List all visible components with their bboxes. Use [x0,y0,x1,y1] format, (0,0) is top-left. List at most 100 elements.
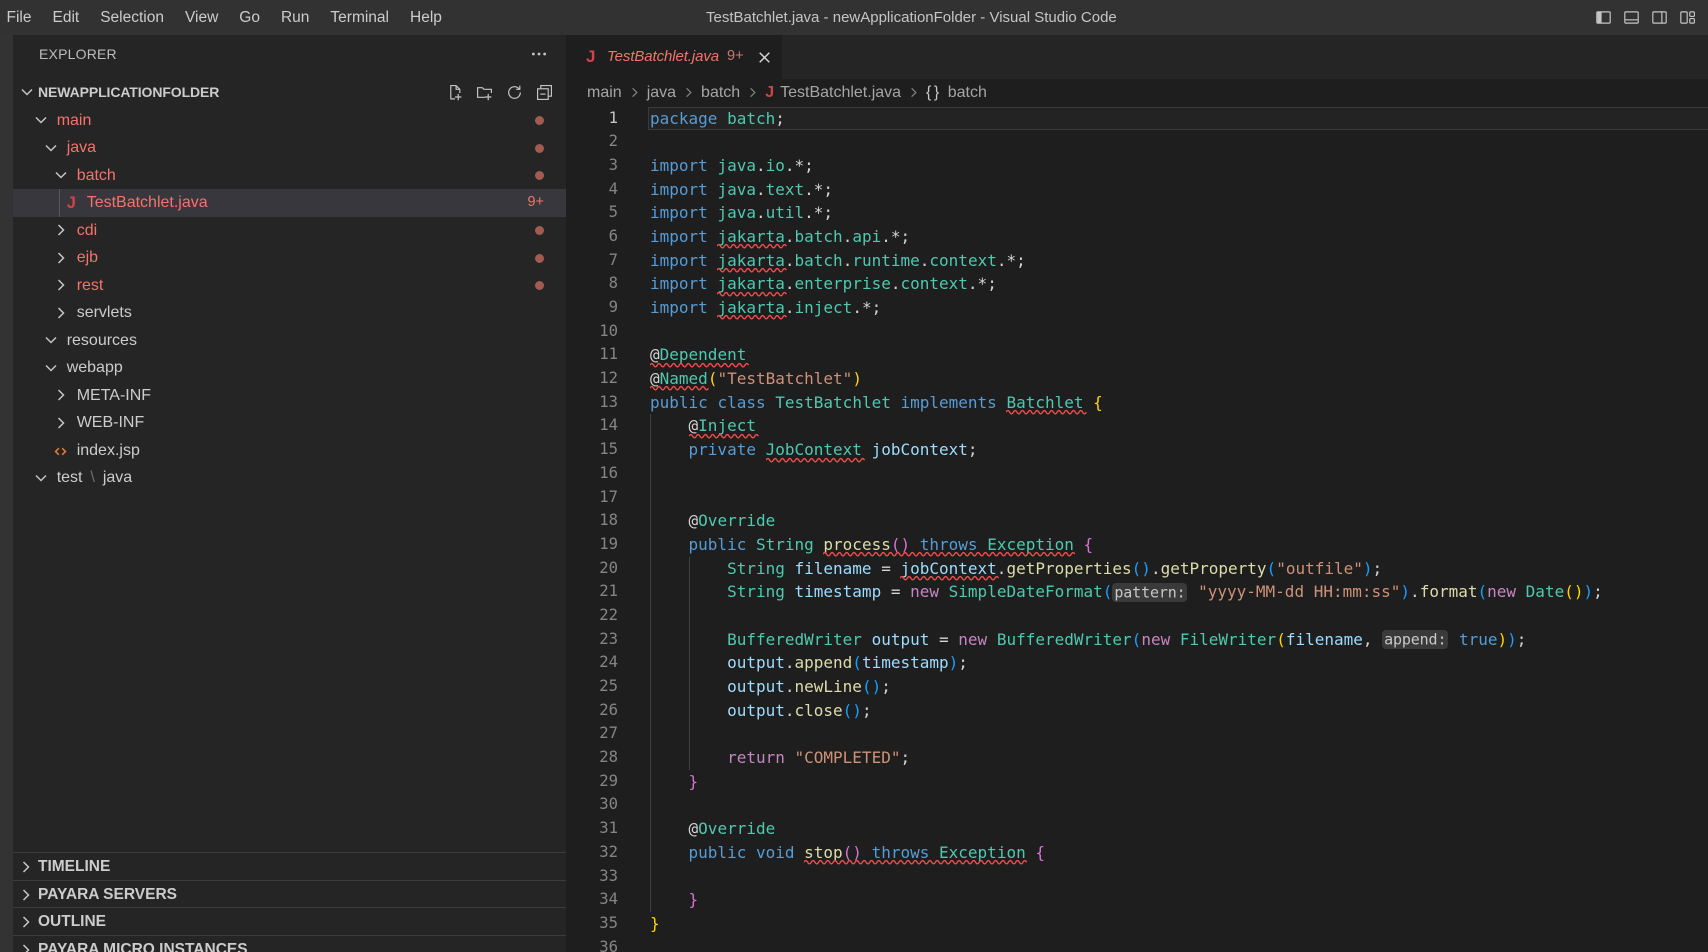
code-token: . [785,274,795,293]
tree-item-main[interactable]: main [13,107,566,135]
new-file-icon[interactable] [445,83,463,101]
code-token: getProperties [1006,559,1131,578]
code-line-4[interactable]: 4import java.text.*; [566,178,1708,202]
code-line-13[interactable]: 13public class TestBatchlet implements B… [566,391,1708,415]
code-token: . [785,677,795,696]
tab-testbatchlet[interactable]: J TestBatchlet.java 9+ [566,35,782,79]
code-line-32[interactable]: 32 public void stop() throws Exception { [566,841,1708,865]
menu-terminal[interactable]: Terminal [320,0,400,35]
menu-edit[interactable]: Edit [42,0,90,35]
code-line-31[interactable]: 31 @Override [566,817,1708,841]
new-folder-icon[interactable] [475,83,493,101]
folder-section-header[interactable]: NEWAPPLICATIONFOLDER [13,78,566,107]
more-actions-icon[interactable] [530,45,548,63]
code-token: jobContext [872,440,968,459]
code-token: implements [900,393,996,412]
code-line-10[interactable]: 10 [566,320,1708,344]
code-token: . [756,203,766,222]
tree-item-cdi[interactable]: cdi [13,217,566,245]
layout-sidebar-right-icon[interactable] [1650,9,1668,27]
code-line-1[interactable]: 1package batch; [566,107,1708,131]
code-token [650,440,689,459]
code-token: ; [900,748,910,767]
section-payara-micro-instances[interactable]: PAYARA MICRO INSTANCES [13,935,566,952]
code-line-23[interactable]: 23 BufferedWriter output = new BufferedW… [566,628,1708,652]
code-line-14[interactable]: 14 @Inject [566,414,1708,438]
code-line-29[interactable]: 29 } [566,770,1708,794]
menu-go[interactable]: Go [229,0,271,35]
code-area[interactable]: 1package batch;23import java.io.*;4impor… [566,107,1708,952]
code-token: package [650,109,717,128]
tree-item-label: WEB-INF [77,409,145,437]
tree-item-rest[interactable]: rest [13,272,566,300]
code-line-36[interactable]: 36 [566,936,1708,952]
indent-guide [650,486,651,510]
code-line-18[interactable]: 18 @Override [566,509,1708,533]
code-line-26[interactable]: 26 output.close(); [566,699,1708,723]
menu-view[interactable]: View [174,0,228,35]
line-number: 11 [566,343,618,367]
section-outline[interactable]: OUTLINE [13,907,566,935]
code-line-16[interactable]: 16 [566,462,1708,486]
menu-run[interactable]: Run [270,0,319,35]
code-line-24[interactable]: 24 output.append(timestamp); [566,651,1708,675]
code-line-2[interactable]: 2 [566,130,1708,154]
code-line-7[interactable]: 7import jakarta.batch.runtime.context.*; [566,249,1708,273]
breadcrumb-java[interactable]: java [647,84,676,102]
breadcrumb-batch[interactable]: batch [701,84,740,102]
code-line-17[interactable]: 17 [566,486,1708,510]
code-line-11[interactable]: 11@Dependent [566,343,1708,367]
code-line-20[interactable]: 20 String filename = jobContext.getPrope… [566,557,1708,581]
code-line-34[interactable]: 34 } [566,888,1708,912]
tree-item-test-java[interactable]: test \ java [13,464,566,492]
code-line-33[interactable]: 33 [566,865,1708,889]
code-line-5[interactable]: 5import java.util.*; [566,201,1708,225]
tree-item-web-inf[interactable]: WEB-INF [13,409,566,437]
code-line-19[interactable]: 19 public String process() throws Except… [566,533,1708,557]
tree-item-batch[interactable]: batch [13,162,566,190]
section-payara-servers[interactable]: PAYARA SERVERS [13,880,566,908]
code-line-22[interactable]: 22 [566,604,1708,628]
code-line-15[interactable]: 15 private JobContext jobContext; [566,438,1708,462]
line-number: 17 [566,486,618,510]
code-token [650,535,689,554]
close-icon[interactable] [756,49,773,66]
code-token [862,440,872,459]
section-timeline[interactable]: TIMELINE [13,852,566,880]
line-number: 27 [566,722,618,746]
layout-customize-icon[interactable] [1678,9,1696,27]
breadcrumb-main[interactable]: main [587,84,622,102]
tree-item-index.jsp[interactable]: index.jsp [13,437,566,465]
code-line-9[interactable]: 9import jakarta.inject.*; [566,296,1708,320]
tree-item-webapp[interactable]: webapp [13,354,566,382]
code-line-3[interactable]: 3import java.io.*; [566,154,1708,178]
code-token [708,393,718,412]
chevron-down-icon[interactable] [19,84,35,100]
chevron-down-icon [43,332,59,348]
code-line-21[interactable]: 21 String timestamp = new SimpleDateForm… [566,580,1708,604]
code-line-12[interactable]: 12@Named("TestBatchlet") [566,367,1708,391]
tree-item-ejb[interactable]: ejb [13,244,566,272]
breadcrumb-testbatchlet.java[interactable]: JTestBatchlet.java [765,84,901,102]
refresh-icon[interactable] [505,83,523,101]
code-line-6[interactable]: 6import jakarta.batch.api.*; [566,225,1708,249]
menu-help[interactable]: Help [400,0,453,35]
layout-sidebar-left-icon[interactable] [1594,9,1612,27]
code-token: timestamp [795,582,882,601]
tree-item-testbatchlet.java[interactable]: JTestBatchlet.java9+ [13,189,566,217]
tree-item-resources[interactable]: resources [13,327,566,355]
code-line-8[interactable]: 8import jakarta.enterprise.context.*; [566,272,1708,296]
tree-item-meta-inf[interactable]: META-INF [13,382,566,410]
code-line-27[interactable]: 27 [566,722,1708,746]
collapse-all-icon[interactable] [535,83,553,101]
code-line-28[interactable]: 28 return "COMPLETED"; [566,746,1708,770]
tree-item-java[interactable]: java [13,134,566,162]
menu-file[interactable]: File [0,0,42,35]
code-line-35[interactable]: 35} [566,912,1708,936]
code-line-30[interactable]: 30 [566,793,1708,817]
tree-item-servlets[interactable]: servlets [13,299,566,327]
breadcrumb-batch[interactable]: {}batch [926,84,987,102]
layout-panel-icon[interactable] [1622,9,1640,27]
menu-selection[interactable]: Selection [90,0,175,35]
code-line-25[interactable]: 25 output.newLine(); [566,675,1708,699]
